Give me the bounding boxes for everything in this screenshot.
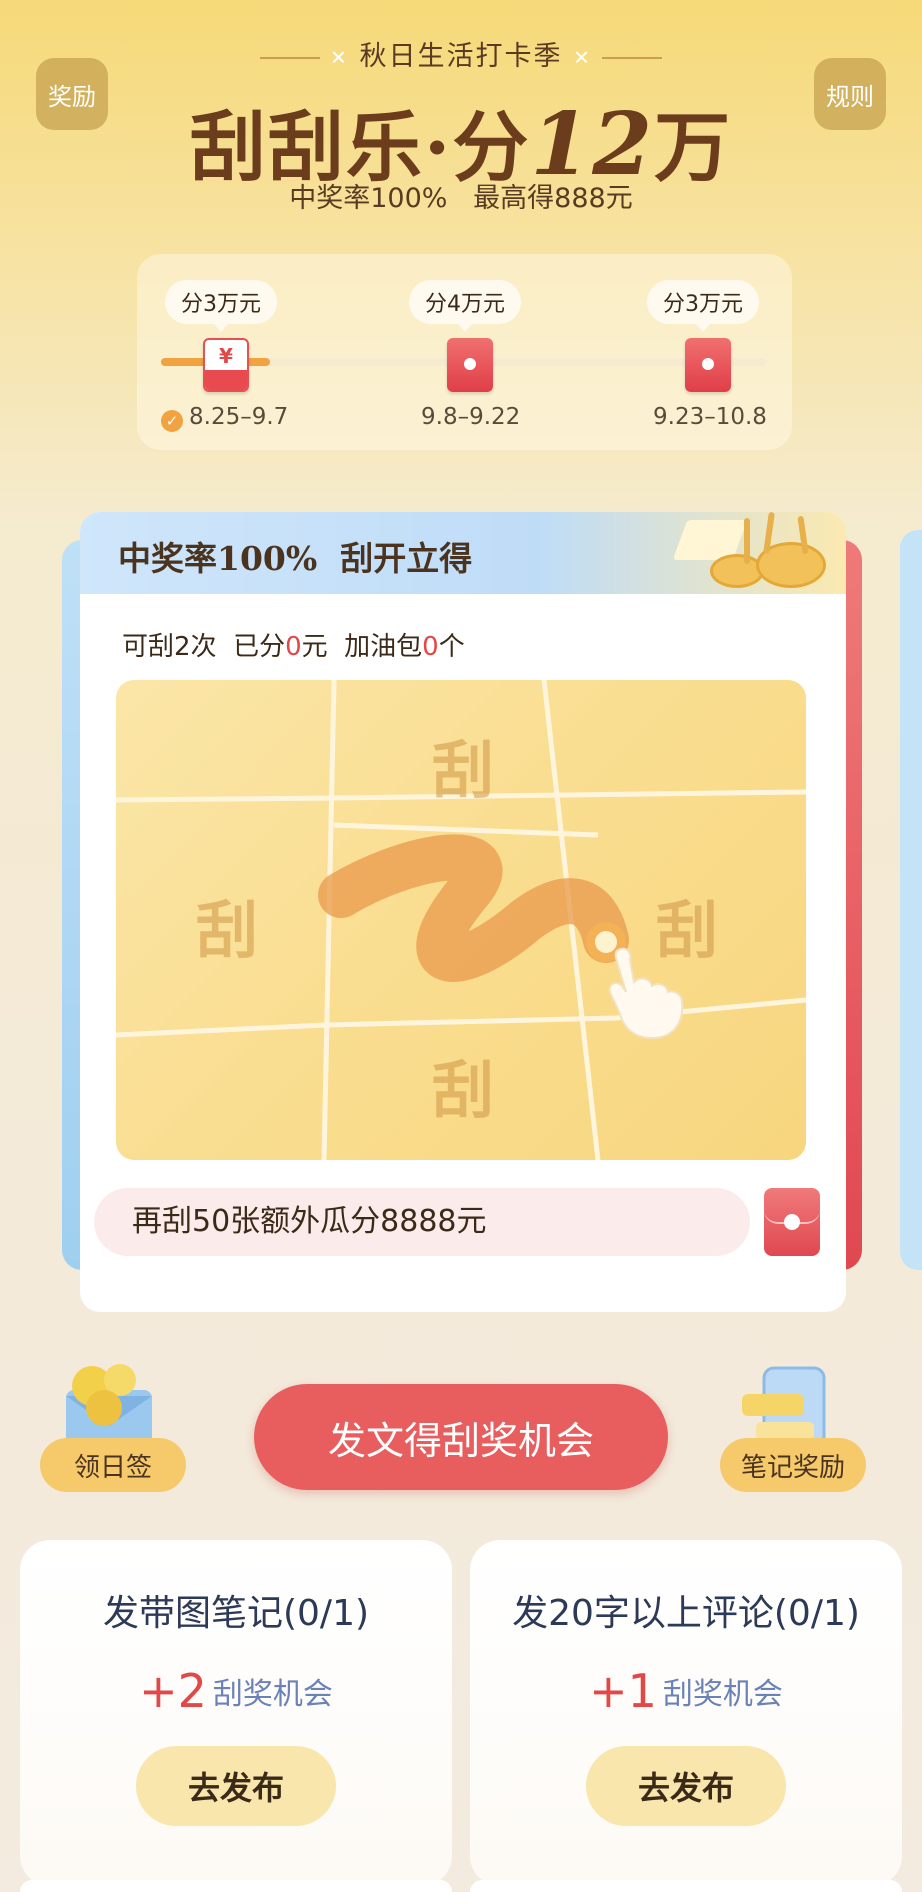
reward-count: +2 — [139, 1664, 207, 1718]
next-card-peek[interactable] — [900, 530, 922, 1270]
sparkle-icon: ✕ — [573, 45, 592, 70]
note-reward-button[interactable]: 笔记奖励 — [720, 1438, 866, 1492]
stage-2-label: 分4万元 — [425, 292, 505, 317]
reward-label: 刮奖机会 — [662, 1677, 783, 1712]
next-task-peek — [470, 1880, 902, 1892]
stats-mid: 元 加油包 — [301, 632, 423, 662]
promo-banner[interactable]: 再刮50张额外瓜分8888元 — [94, 1188, 750, 1256]
reward-label: 刮奖机会 — [212, 1677, 333, 1712]
hand-pointer-icon — [608, 947, 684, 1040]
scratch-tile-label: 刮 — [432, 1054, 495, 1127]
stats-prefix: 可刮2次 已分 — [122, 632, 286, 662]
task-title: 发带图笔记(0/1) — [102, 1593, 370, 1634]
task-reward: +2 刮奖机会 — [20, 1664, 452, 1718]
scratch-card-heading: 中奖率100% 刮开立得 — [118, 539, 473, 578]
wheat-icon — [744, 518, 750, 564]
reward-count: +1 — [589, 1664, 657, 1718]
scratch-tile-label: 刮 — [196, 894, 259, 967]
stage-3-dates: 9.23–10.8 — [653, 404, 767, 430]
task-title: 发20字以上评论(0/1) — [512, 1593, 860, 1634]
scratch-stats: 可刮2次 已分0元 加油包0个 — [122, 626, 465, 663]
publish-button[interactable]: 去发布 — [586, 1746, 786, 1826]
stage-1-label: 分3万元 — [181, 292, 261, 317]
stage-3-label: 分3万元 — [663, 292, 743, 317]
stage-timeline: 分3万元 分4万元 分3万元 ¥ ✓ 8.25–9.7 9.8–9.22 9.23… — [137, 254, 792, 450]
stage-1-pill: 分3万元 — [165, 280, 277, 332]
stage-3-pill: 分3万元 — [647, 280, 759, 332]
stats-pack-count: 0 — [422, 632, 439, 662]
stats-suffix: 个 — [438, 632, 465, 662]
daily-sign-button[interactable]: 领日签 — [40, 1438, 186, 1492]
season-banner: ✕ 秋日生活打卡季 ✕ — [0, 34, 922, 73]
red-envelope-opened-icon[interactable]: ¥ — [203, 338, 249, 392]
task-reward: +1 刮奖机会 — [470, 1664, 902, 1718]
stage-2-pill: 分4万元 — [409, 280, 521, 332]
red-envelope-icon[interactable] — [764, 1188, 820, 1256]
next-task-peek — [20, 1880, 452, 1892]
stage-2-dates: 9.8–9.22 — [421, 404, 521, 430]
check-icon: ✓ — [161, 410, 183, 432]
scratch-tile-label: 刮 — [432, 734, 495, 807]
post-for-chance-button[interactable]: 发文得刮奖机会 — [254, 1384, 668, 1490]
red-envelope-icon[interactable] — [447, 338, 493, 392]
task-card-post-comment: 发20字以上评论(0/1) +1 刮奖机会 去发布 — [470, 1540, 902, 1886]
sparkle-icon: ✕ — [330, 45, 349, 70]
stage-1-dates: ✓ 8.25–9.7 — [161, 404, 288, 432]
divider-right — [601, 56, 662, 59]
season-label: 秋日生活打卡季 — [359, 41, 563, 72]
scratch-card: 中奖率100% 刮开立得 可刮2次 已分0元 加油包0个 刮 刮 刮 刮 再刮5… — [80, 512, 846, 1312]
divider-left — [260, 56, 321, 59]
stage-1-date-text: 8.25–9.7 — [189, 404, 289, 430]
red-envelope-icon[interactable] — [685, 338, 731, 392]
publish-button[interactable]: 去发布 — [136, 1746, 336, 1826]
stats-amount: 0 — [285, 632, 302, 662]
scratch-card-header: 中奖率100% 刮开立得 — [80, 512, 846, 594]
task-card-post-note: 发带图笔记(0/1) +2 刮奖机会 去发布 — [20, 1540, 452, 1886]
scratch-area[interactable]: 刮 刮 刮 刮 — [116, 680, 806, 1160]
subtitle: 中奖率100% 最高得888元 — [289, 183, 633, 214]
